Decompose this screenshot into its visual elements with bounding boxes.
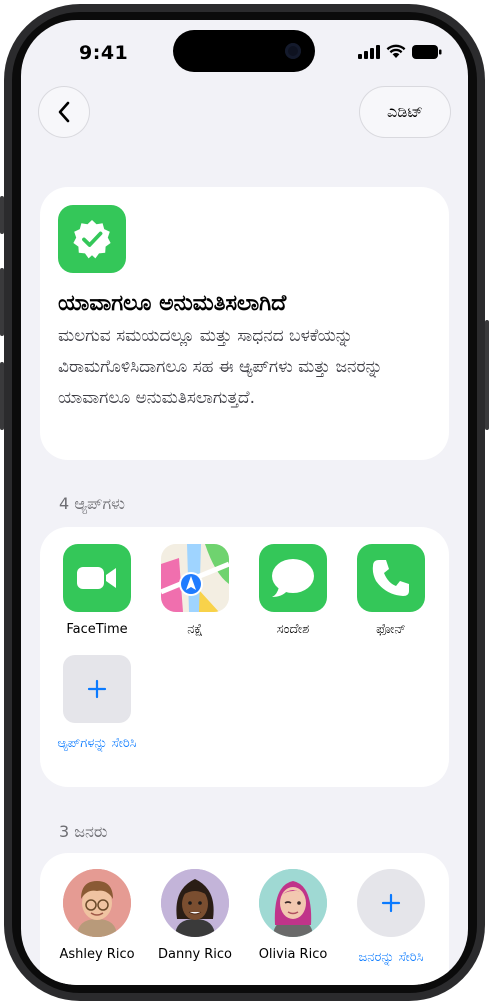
card-description: ಮಲಗುವ ಸಮಯದಲ್ಲೂ ಮತ್ತು ಸಾಧನದ ಬಳಕೆಯನ್ನು ವಿರ… xyxy=(58,326,383,408)
wifi-icon xyxy=(386,44,406,58)
status-time: 9:41 xyxy=(79,42,129,64)
volume-up-button xyxy=(0,268,4,336)
avatar xyxy=(161,869,229,937)
battery-icon xyxy=(412,44,442,59)
person-item-ashley[interactable]: Ashley Rico xyxy=(48,869,146,962)
person-name: Danny Rico xyxy=(157,947,233,962)
messages-icon xyxy=(259,544,327,612)
camera-icon xyxy=(285,43,301,59)
app-label: ನಕ್ಷೆ xyxy=(187,622,203,637)
app-label: ಸಂದೇಶ xyxy=(276,622,310,637)
facetime-icon xyxy=(63,544,131,612)
dynamic-island xyxy=(173,30,315,72)
add-app-tile xyxy=(63,655,131,723)
power-button xyxy=(485,320,489,430)
people-section-header: 3 ಜನರು xyxy=(59,822,108,841)
always-allowed-card: ಯಾವಾಗಲೂ ಅನುಮತಿಸಲಾಗಿದೆ ಮಲಗುವ ಸಮಯದಲ್ಲೂ ಮತ್… xyxy=(40,187,449,460)
person-item-olivia[interactable]: Olivia Rico xyxy=(244,869,342,962)
person-name: Ashley Rico xyxy=(59,947,135,962)
checkmark-seal-glyph xyxy=(73,220,111,259)
memoji-avatar-icon xyxy=(259,869,327,937)
back-button[interactable] xyxy=(39,87,89,137)
people-card: Ashley Rico Danny Rico Olivia Rico ಜನರನ್… xyxy=(40,853,449,985)
volume-down-button xyxy=(0,362,4,430)
app-item-facetime[interactable]: FaceTime xyxy=(48,544,146,637)
add-people-button[interactable]: ಜನರನ್ನು ಸೇರಿಸಿ xyxy=(342,869,440,968)
plus-icon xyxy=(87,679,107,699)
add-person-circle xyxy=(357,869,425,937)
edit-button[interactable]: ಎಡಿಟ್ xyxy=(360,87,450,137)
app-item-maps[interactable]: ನಕ್ಷೆ xyxy=(146,544,244,637)
avatar xyxy=(63,869,131,937)
memoji-avatar-icon xyxy=(161,869,229,937)
chevron-left-icon xyxy=(58,101,70,123)
add-apps-label: ಆ್ಯಪ್‌ಗಳನ್ನು ಸೇರಿಸಿ xyxy=(57,736,137,751)
add-people-label: ಜನರನ್ನು ಸೇರಿಸಿ xyxy=(358,950,424,965)
app-item-messages[interactable]: ಸಂದೇಶ xyxy=(244,544,342,637)
maps-icon xyxy=(161,544,229,612)
action-button xyxy=(0,196,4,234)
card-title: ಯಾವಾಗಲೂ ಅನುಮತಿಸಲಾಗಿದೆ xyxy=(58,291,287,316)
plus-icon xyxy=(381,893,401,913)
person-name: Olivia Rico xyxy=(258,947,328,962)
apps-section-header: 4 ಆ್ಯಪ್‌ಗಳು xyxy=(59,494,125,513)
apps-card: FaceTime ನಕ್ಷೆ xyxy=(40,527,449,787)
add-apps-button[interactable]: ಆ್ಯಪ್‌ಗಳನ್ನು ಸೇರಿಸಿ xyxy=(48,655,146,754)
app-label: ಫೋನ್ xyxy=(376,622,406,637)
phone-icon xyxy=(357,544,425,612)
memoji-avatar-icon xyxy=(63,869,131,937)
avatar xyxy=(259,869,327,937)
person-item-danny[interactable]: Danny Rico xyxy=(146,869,244,962)
screen: 9:41 ಎಡಿಟ್ ಯಾವಾಗಲೂ ಅನುಮತಿಸಲಾಗಿದೆ ಮಲಗುವ ಸ… xyxy=(21,20,468,985)
cellular-signal-icon xyxy=(358,44,380,59)
app-label: FaceTime xyxy=(66,622,128,637)
app-item-phone[interactable]: ಫೋನ್ xyxy=(342,544,440,637)
status-icons xyxy=(358,44,442,59)
checkmark-seal-icon xyxy=(58,205,126,273)
